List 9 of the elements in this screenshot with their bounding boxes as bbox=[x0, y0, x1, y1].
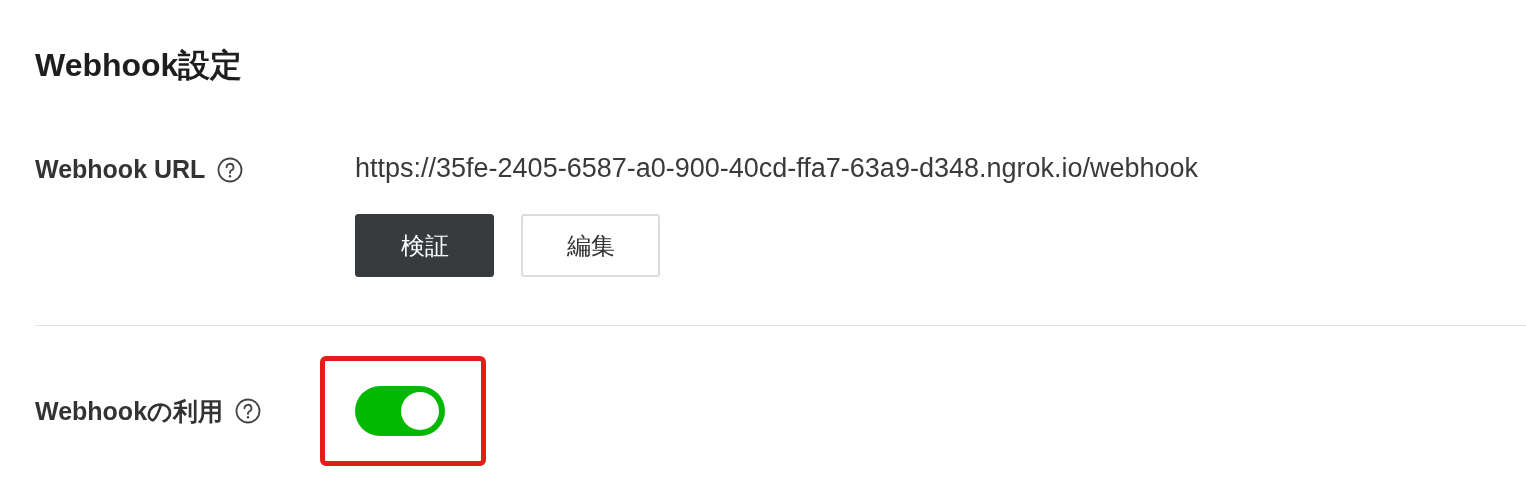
edit-button[interactable]: 編集 bbox=[521, 214, 660, 277]
help-icon[interactable] bbox=[217, 157, 244, 183]
section-title: Webhook設定 bbox=[35, 46, 244, 85]
field-label: Webhook URL bbox=[35, 154, 206, 185]
toggle-switch[interactable] bbox=[355, 386, 445, 436]
help-icon[interactable] bbox=[235, 398, 262, 424]
webhook-url-text: https://35fe-2405-6587-a0-900-40cd-ffa7-63a9-d348.ngrok.io/webhook bbox=[355, 152, 1199, 185]
verify-button[interactable]: 検証 bbox=[355, 214, 494, 277]
field-label: Webhookの利用 bbox=[35, 396, 224, 427]
